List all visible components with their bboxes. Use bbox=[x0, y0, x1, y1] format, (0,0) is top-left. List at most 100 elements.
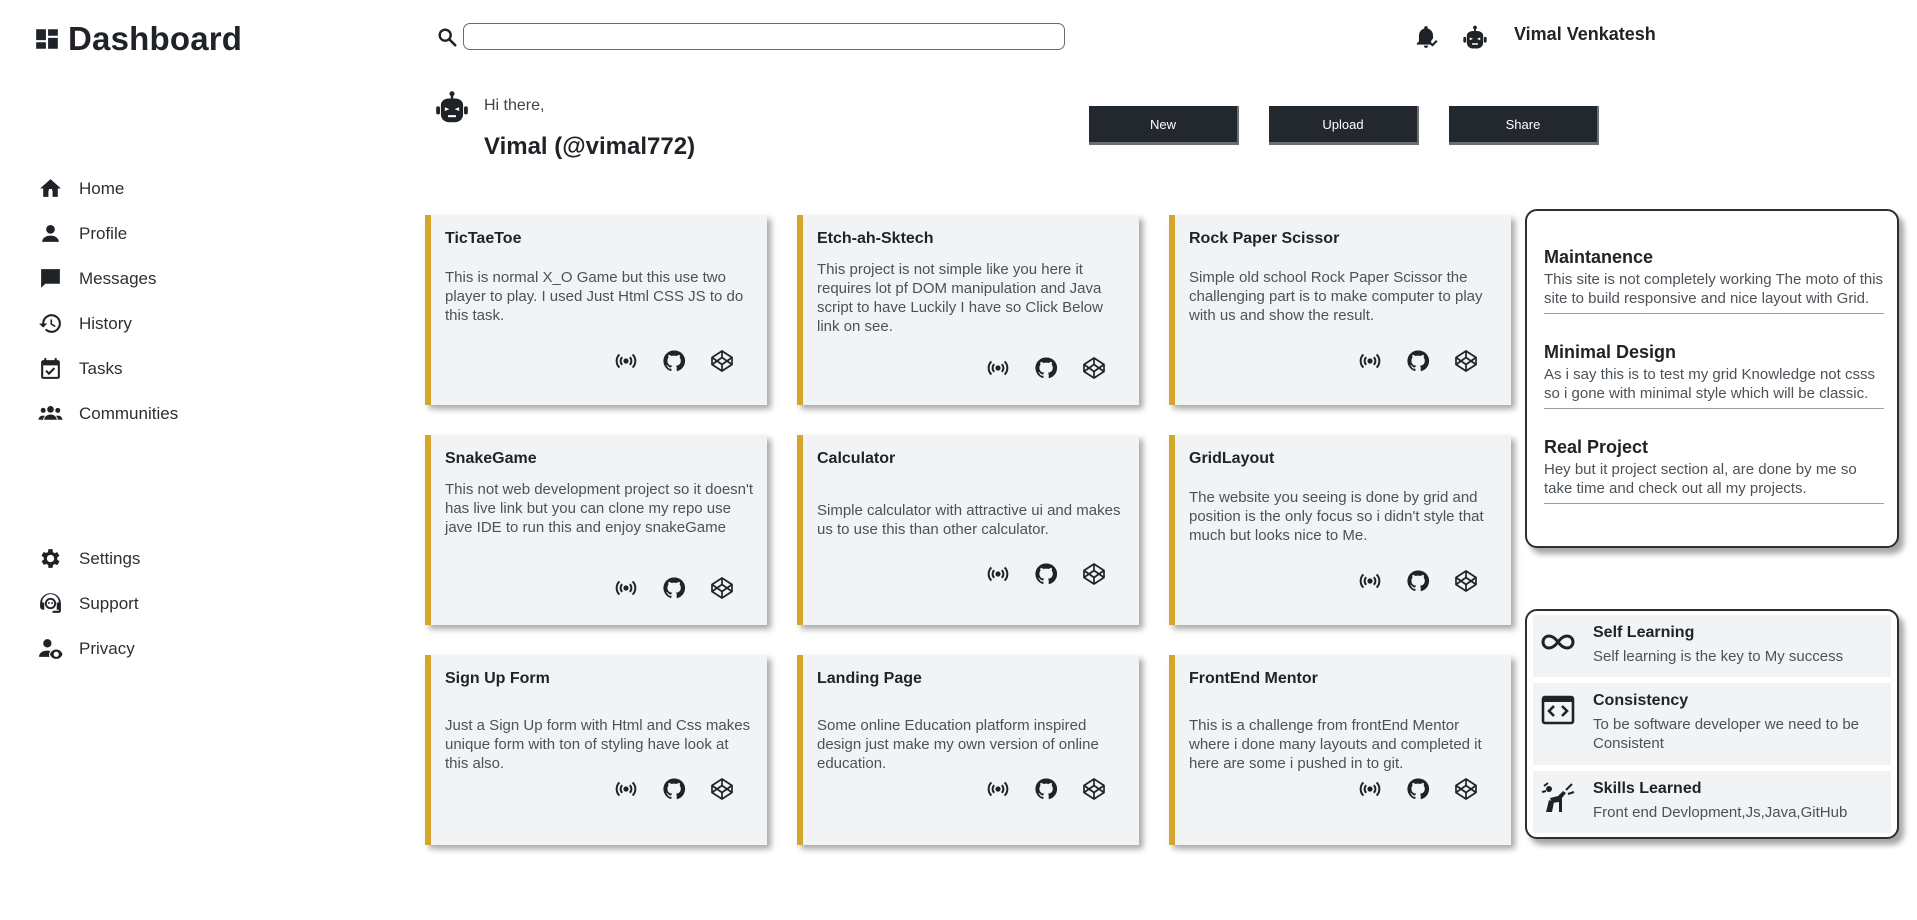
sidebar-item-settings[interactable]: Settings bbox=[38, 536, 140, 581]
groups-icon bbox=[38, 406, 63, 420]
user-name[interactable]: Vimal Venkatesh bbox=[1514, 24, 1656, 45]
sidebar-item-label: History bbox=[79, 313, 132, 333]
sidebar-item-label: Profile bbox=[79, 223, 128, 243]
project-links bbox=[1357, 348, 1479, 374]
live-link[interactable] bbox=[613, 776, 639, 802]
sidebar-item-communities[interactable]: Communities bbox=[38, 391, 178, 436]
live-link[interactable] bbox=[985, 776, 1011, 802]
person-icon bbox=[42, 224, 59, 242]
project-links bbox=[985, 561, 1107, 587]
trending-item: Self Learning Self learning is the key t… bbox=[1533, 615, 1891, 677]
github-link[interactable] bbox=[661, 776, 687, 802]
brand: Dashboard bbox=[34, 20, 242, 58]
codepen-link[interactable] bbox=[1453, 776, 1479, 802]
project-card: FrontEnd Mentor This is a challenge from … bbox=[1169, 655, 1511, 845]
announcements-panel: Maintanence This site is not completely … bbox=[1525, 209, 1899, 548]
live-broadcast-icon bbox=[1359, 353, 1381, 369]
codepen-link[interactable] bbox=[1081, 561, 1107, 587]
github-link[interactable] bbox=[661, 575, 687, 601]
project-description: This not web development project so it d… bbox=[445, 481, 754, 536]
project-title: Rock Paper Scissor bbox=[1189, 230, 1340, 247]
code-brackets-icon bbox=[1541, 695, 1575, 725]
home-icon bbox=[40, 179, 61, 197]
trending-title: Self Learning bbox=[1593, 624, 1695, 641]
live-link[interactable] bbox=[1357, 776, 1383, 802]
github-link[interactable] bbox=[1405, 348, 1431, 374]
codepen-link[interactable] bbox=[1453, 348, 1479, 374]
live-broadcast-icon bbox=[987, 781, 1009, 797]
live-broadcast-icon bbox=[1359, 573, 1381, 589]
codepen-link[interactable] bbox=[709, 776, 735, 802]
sidebar-item-profile[interactable]: Profile bbox=[38, 211, 178, 256]
sidebar-item-history[interactable]: History bbox=[38, 301, 178, 346]
trending-item: Consistency To be software developer we … bbox=[1533, 683, 1891, 765]
live-broadcast-icon bbox=[987, 566, 1009, 582]
codepen-link[interactable] bbox=[709, 348, 735, 374]
project-card: Sign Up Form Just a Sign Up form with Htm… bbox=[425, 655, 767, 845]
project-card: Calculator Simple calculator with attract… bbox=[797, 435, 1139, 625]
announcement-item: Minimal Design As i say this is to test … bbox=[1544, 342, 1884, 409]
github-icon bbox=[1035, 357, 1058, 379]
project-title: Calculator bbox=[817, 450, 896, 467]
brand-title: Dashboard bbox=[68, 20, 243, 57]
project-card: TicTaeToe This is normal X_O Game but thi… bbox=[425, 215, 767, 405]
new-button[interactable]: New bbox=[1089, 106, 1239, 145]
gear-icon bbox=[41, 549, 60, 568]
sidebar-item-label: Home bbox=[79, 178, 125, 198]
project-title: Sign Up Form bbox=[445, 670, 550, 687]
codepen-icon bbox=[1083, 357, 1105, 379]
project-description: Just a Sign Up form with Html and Css ma… bbox=[445, 717, 751, 772]
live-link[interactable] bbox=[985, 561, 1011, 587]
project-card: SnakeGame This not web development projec… bbox=[425, 435, 767, 625]
codepen-link[interactable] bbox=[1081, 776, 1107, 802]
project-card: GridLayout The website you seeing is done… bbox=[1169, 435, 1511, 625]
live-link[interactable] bbox=[1357, 568, 1383, 594]
project-title: FrontEnd Mentor bbox=[1189, 670, 1318, 687]
sidebar-item-support[interactable]: Support bbox=[38, 581, 140, 626]
upload-button[interactable]: Upload bbox=[1269, 106, 1419, 145]
sidebar-item-privacy[interactable]: Privacy bbox=[38, 626, 140, 671]
trending-panel: Self Learning Self learning is the key t… bbox=[1525, 609, 1899, 839]
live-link[interactable] bbox=[1357, 348, 1383, 374]
codepen-link[interactable] bbox=[1081, 355, 1107, 381]
github-icon bbox=[663, 577, 686, 599]
github-link[interactable] bbox=[1033, 355, 1059, 381]
github-link[interactable] bbox=[1033, 561, 1059, 587]
codepen-icon bbox=[711, 577, 733, 599]
live-broadcast-icon bbox=[615, 580, 637, 596]
project-title: TicTaeToe bbox=[445, 230, 522, 247]
sidebar-item-label: Communities bbox=[79, 403, 179, 423]
codepen-link[interactable] bbox=[709, 575, 735, 601]
sidebar-item-messages[interactable]: Messages bbox=[38, 256, 178, 301]
project-description: The website you seeing is done by grid a… bbox=[1189, 489, 1484, 544]
project-title: GridLayout bbox=[1189, 450, 1275, 467]
github-link[interactable] bbox=[1405, 776, 1431, 802]
sidebar-item-label: Messages bbox=[79, 268, 157, 288]
github-link[interactable] bbox=[1405, 568, 1431, 594]
robot-icon[interactable] bbox=[1461, 24, 1489, 52]
share-button[interactable]: Share bbox=[1449, 106, 1599, 145]
github-icon bbox=[1035, 563, 1058, 585]
github-icon bbox=[1035, 778, 1058, 800]
search-input[interactable] bbox=[463, 23, 1065, 50]
codepen-link[interactable] bbox=[1453, 568, 1479, 594]
github-link[interactable] bbox=[661, 348, 687, 374]
project-links bbox=[613, 348, 735, 374]
github-link[interactable] bbox=[1033, 776, 1059, 802]
bell-check-icon[interactable] bbox=[1413, 24, 1439, 50]
calendar-check-icon bbox=[41, 358, 60, 379]
sidebar-item-home[interactable]: Home bbox=[38, 166, 178, 211]
trending-item: Skills Learned Front end Devlopment,Js,J… bbox=[1533, 771, 1891, 833]
sidebar-item-tasks[interactable]: Tasks bbox=[38, 346, 178, 391]
codepen-icon bbox=[1455, 570, 1477, 592]
privacy-icon bbox=[39, 639, 63, 659]
sidebar-nav-main: Home Profile Messages History Tasks Comm… bbox=[38, 166, 178, 436]
announcement-text: This site is not completely working The … bbox=[1544, 271, 1884, 307]
live-link[interactable] bbox=[985, 355, 1011, 381]
search-icon[interactable] bbox=[436, 26, 458, 48]
announcement-title: Maintanence bbox=[1544, 247, 1654, 267]
live-link[interactable] bbox=[613, 575, 639, 601]
agility-icon bbox=[1541, 782, 1575, 812]
live-link[interactable] bbox=[613, 348, 639, 374]
codepen-icon bbox=[1083, 778, 1105, 800]
